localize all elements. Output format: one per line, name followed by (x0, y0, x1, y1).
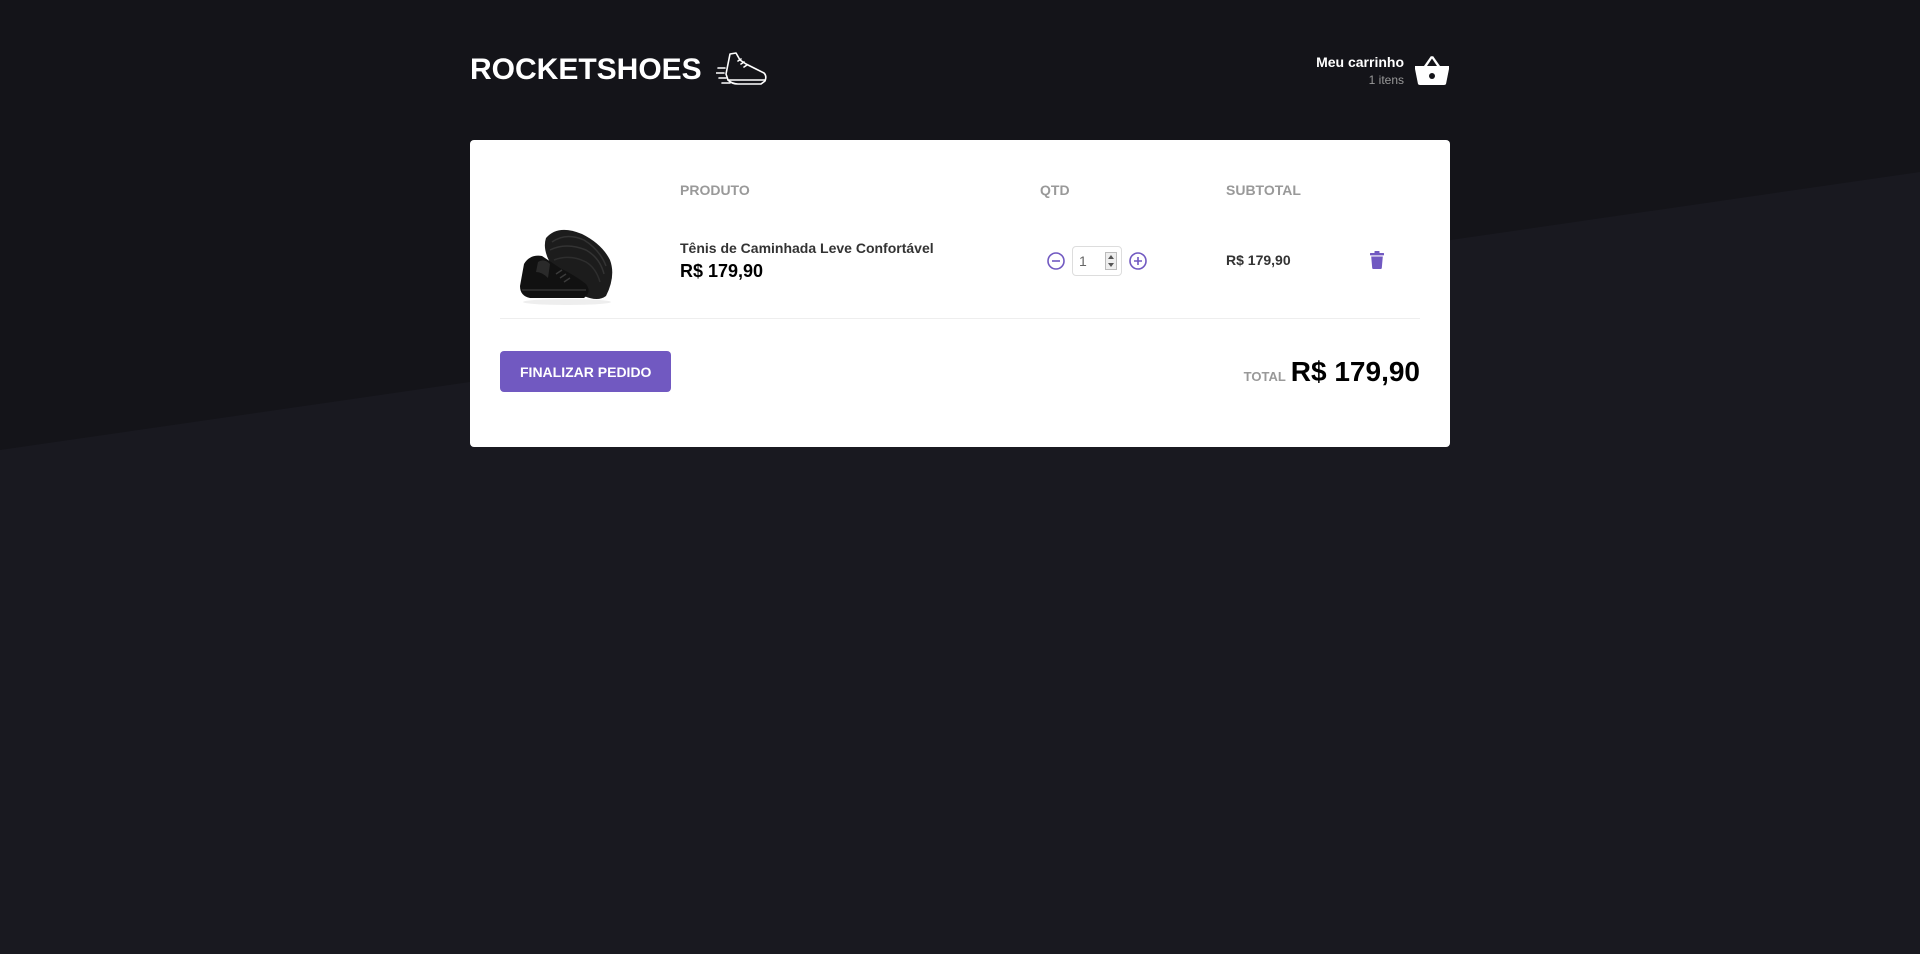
page-container: ROCKETSHOES Meu carrinho 1 itens PRODUTO… (470, 0, 1450, 447)
cart-card: PRODUTO QTD SUBTOTAL Tênis de Caminhada … (470, 140, 1450, 447)
delete-button[interactable] (1370, 250, 1384, 272)
total-summary: TOTAL R$ 179,90 (1244, 356, 1420, 388)
cart-count: 1 itens (1368, 72, 1404, 87)
column-header-image (500, 170, 680, 204)
total-label: TOTAL (1243, 368, 1286, 384)
decrement-button[interactable] (1046, 251, 1066, 271)
cart-footer: FINALIZAR PEDIDO TOTAL R$ 179,90 (500, 351, 1420, 392)
quantity-input[interactable]: 1 (1072, 246, 1122, 276)
finish-order-button[interactable]: FINALIZAR PEDIDO (500, 351, 672, 392)
cart-link[interactable]: Meu carrinho 1 itens (1316, 54, 1450, 87)
header: ROCKETSHOES Meu carrinho 1 itens (470, 0, 1450, 140)
product-info-cell: Tênis de Caminhada Leve Confortável R$ 1… (680, 204, 1040, 319)
quantity-cell: 1 (1040, 204, 1226, 319)
shoe-icon (715, 52, 767, 85)
column-header-quantity: QTD (1040, 182, 1070, 198)
product-table: PRODUTO QTD SUBTOTAL Tênis de Caminhada … (500, 170, 1420, 319)
increment-button[interactable] (1128, 251, 1148, 271)
quantity-value: 1 (1079, 253, 1087, 269)
basket-icon (1415, 56, 1449, 85)
column-header-actions (1366, 170, 1420, 204)
product-name: Tênis de Caminhada Leve Confortável (680, 240, 934, 256)
trash-icon (1370, 250, 1384, 269)
table-header-row: PRODUTO QTD SUBTOTAL (500, 170, 1420, 204)
table-row: Tênis de Caminhada Leve Confortável R$ 1… (500, 204, 1420, 319)
column-header-subtotal: SUBTOTAL (1226, 182, 1301, 198)
subtotal-value: R$ 179,90 (1226, 252, 1291, 268)
product-price: R$ 179,90 (680, 261, 764, 281)
total-value: R$ 179,90 (1290, 355, 1420, 387)
product-image (520, 229, 613, 305)
subtotal-cell: R$ 179,90 (1226, 204, 1366, 319)
quantity-spinner[interactable] (1105, 252, 1117, 270)
cart-title: Meu carrinho (1316, 53, 1404, 70)
quantity-stepper: 1 (1040, 246, 1226, 276)
logo-text: ROCKETSHOES (470, 53, 702, 86)
product-image-cell (500, 204, 680, 319)
logo-link[interactable]: ROCKETSHOES (470, 50, 768, 90)
minus-circle-icon (1047, 252, 1065, 270)
cart-summary: Meu carrinho 1 itens (1316, 54, 1404, 87)
column-header-product: PRODUTO (680, 182, 750, 198)
actions-cell (1366, 204, 1420, 319)
plus-circle-icon (1129, 252, 1147, 270)
